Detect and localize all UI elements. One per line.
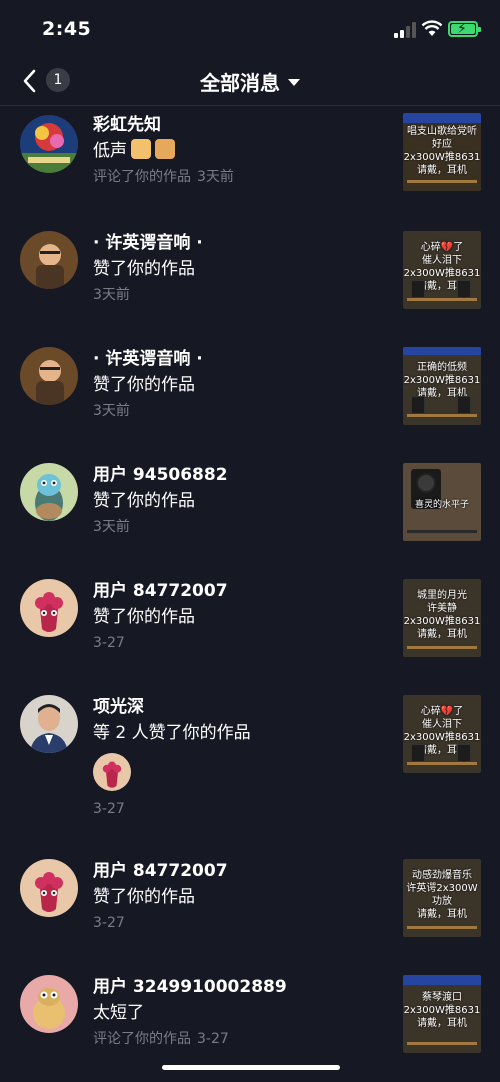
messages-filter-dropdown[interactable]: 全部消息 [0, 67, 500, 96]
thumbnail-caption: 喜灵的水平子 [414, 500, 469, 510]
status-bar: 2:45 ⚡ [0, 0, 500, 56]
video-thumbnail[interactable]: 动感劲爆音乐 许英谔2x300W 功放 请戴，耳机 [403, 859, 481, 937]
cellular-signal-icon [394, 22, 416, 38]
timestamp: 3天前 [93, 519, 130, 535]
list-item[interactable]: · 许英谔音响 · 赞了你的作品 3天前 正确的低频 2x300W推8631 请… [0, 339, 500, 455]
sender-name[interactable]: · 许英谔音响 · [93, 347, 390, 371]
video-thumbnail[interactable]: 心碎💔了 催人泪下 2x300W推8631 请戴，耳机 [403, 695, 481, 773]
action-text: 赞了你的作品 [93, 259, 195, 279]
sender-name[interactable]: 用户 3249910002889 [93, 975, 390, 999]
video-thumbnail[interactable]: 蔡琴渡口 2x300W推8631 请戴，耳机 [403, 975, 481, 1053]
sender-name[interactable]: 项光深 [93, 695, 390, 719]
page-title: 全部消息 [200, 71, 280, 95]
avatar[interactable] [20, 231, 78, 289]
action-text: 赞了你的作品 [93, 607, 195, 627]
action-text: 评论了你的作品 [93, 169, 191, 185]
home-indicator[interactable] [162, 1065, 340, 1070]
sender-name[interactable]: 彩虹先知 [93, 113, 390, 137]
list-item[interactable]: 项光深 等 2 人赞了你的作品 3-27 心碎💔了 催人泪下 2x300W推86… [0, 687, 500, 851]
thumbnail-caption: 蔡琴渡口 2x300W推8631 请戴，耳机 [403, 992, 481, 1029]
status-time: 2:45 [42, 18, 92, 40]
timestamp: 3-27 [93, 915, 125, 931]
list-item[interactable]: 用户 84772007 赞了你的作品 3-27 动感劲爆音乐 许英谔2x300W… [0, 851, 500, 967]
thumbnail-caption: 唱支山歌给党听 好应 2x300W推8631 请戴，耳机 [403, 126, 481, 176]
action-text: 赞了你的作品 [93, 887, 195, 907]
timestamp: 3天前 [197, 169, 234, 185]
avatar[interactable] [20, 975, 78, 1033]
video-thumbnail[interactable]: 心碎💔了 催人泪下 2x300W推8631 请戴，耳机 [403, 231, 481, 309]
list-item[interactable]: 用户 94506882 赞了你的作品 3天前 喜灵的水平子 [0, 455, 500, 571]
list-item[interactable]: · 许英谔音响 · 赞了你的作品 3天前 心碎💔了 催人泪下 2x300W推86… [0, 223, 500, 339]
video-thumbnail[interactable]: 城里的月光 许美静 2x300W推8631 请戴，耳机 [403, 579, 481, 657]
notification-list: 彩虹先知 低声 评论了你的作品 3天前 唱支山歌给党听 好应 2x300W推863… [0, 107, 500, 1082]
timestamp: 3-27 [93, 801, 125, 817]
comment-text: 低声 [93, 141, 127, 161]
thumbnail-caption: 正确的低频 2x300W推8631 请戴，耳机 [403, 362, 481, 399]
video-thumbnail[interactable]: 正确的低频 2x300W推8631 请戴，耳机 [403, 347, 481, 425]
avatar[interactable] [20, 463, 78, 521]
list-item[interactable]: 用户 84772007 赞了你的作品 3-27 城里的月光 许美静 2x300W… [0, 571, 500, 687]
sender-name[interactable]: 用户 84772007 [93, 859, 390, 883]
avatar[interactable] [20, 579, 78, 637]
action-text: 赞了你的作品 [93, 491, 195, 511]
battery-charging-icon: ⚡ [448, 21, 481, 37]
handshake-emoji-icon [155, 139, 175, 159]
comment-text: 太短了 [93, 1003, 144, 1023]
action-text: 评论了你的作品 [93, 1031, 191, 1047]
timestamp: 3天前 [93, 287, 130, 303]
avatar[interactable] [20, 859, 78, 917]
liker-avatar[interactable] [93, 753, 131, 791]
sender-name[interactable]: 用户 84772007 [93, 579, 390, 603]
timestamp: 3-27 [197, 1031, 229, 1047]
avatar[interactable] [20, 695, 78, 753]
video-thumbnail[interactable]: 喜灵的水平子 [403, 463, 481, 541]
chevron-down-icon [288, 79, 300, 86]
action-text: 赞了你的作品 [93, 375, 195, 395]
thumbnail-caption: 动感劲爆音乐 许英谔2x300W 功放 请戴，耳机 [406, 870, 478, 920]
thumbnail-caption: 城里的月光 许美静 2x300W推8631 请戴，耳机 [403, 590, 481, 640]
navigation-bar: 1 全部消息 [0, 56, 500, 106]
timestamp: 3-27 [93, 635, 125, 651]
avatar[interactable] [20, 115, 78, 173]
sender-name[interactable]: · 许英谔音响 · [93, 231, 390, 255]
timestamp: 3天前 [93, 403, 130, 419]
thumbs-up-emoji-icon [131, 139, 151, 159]
avatar[interactable] [20, 347, 78, 405]
video-thumbnail[interactable]: 唱支山歌给党听 好应 2x300W推8631 请戴，耳机 [403, 113, 481, 191]
sender-name[interactable]: 用户 94506882 [93, 463, 390, 487]
list-item[interactable]: 彩虹先知 低声 评论了你的作品 3天前 唱支山歌给党听 好应 2x300W推863… [0, 107, 500, 223]
action-text: 等 2 人赞了你的作品 [93, 723, 251, 743]
wifi-icon [421, 20, 443, 36]
